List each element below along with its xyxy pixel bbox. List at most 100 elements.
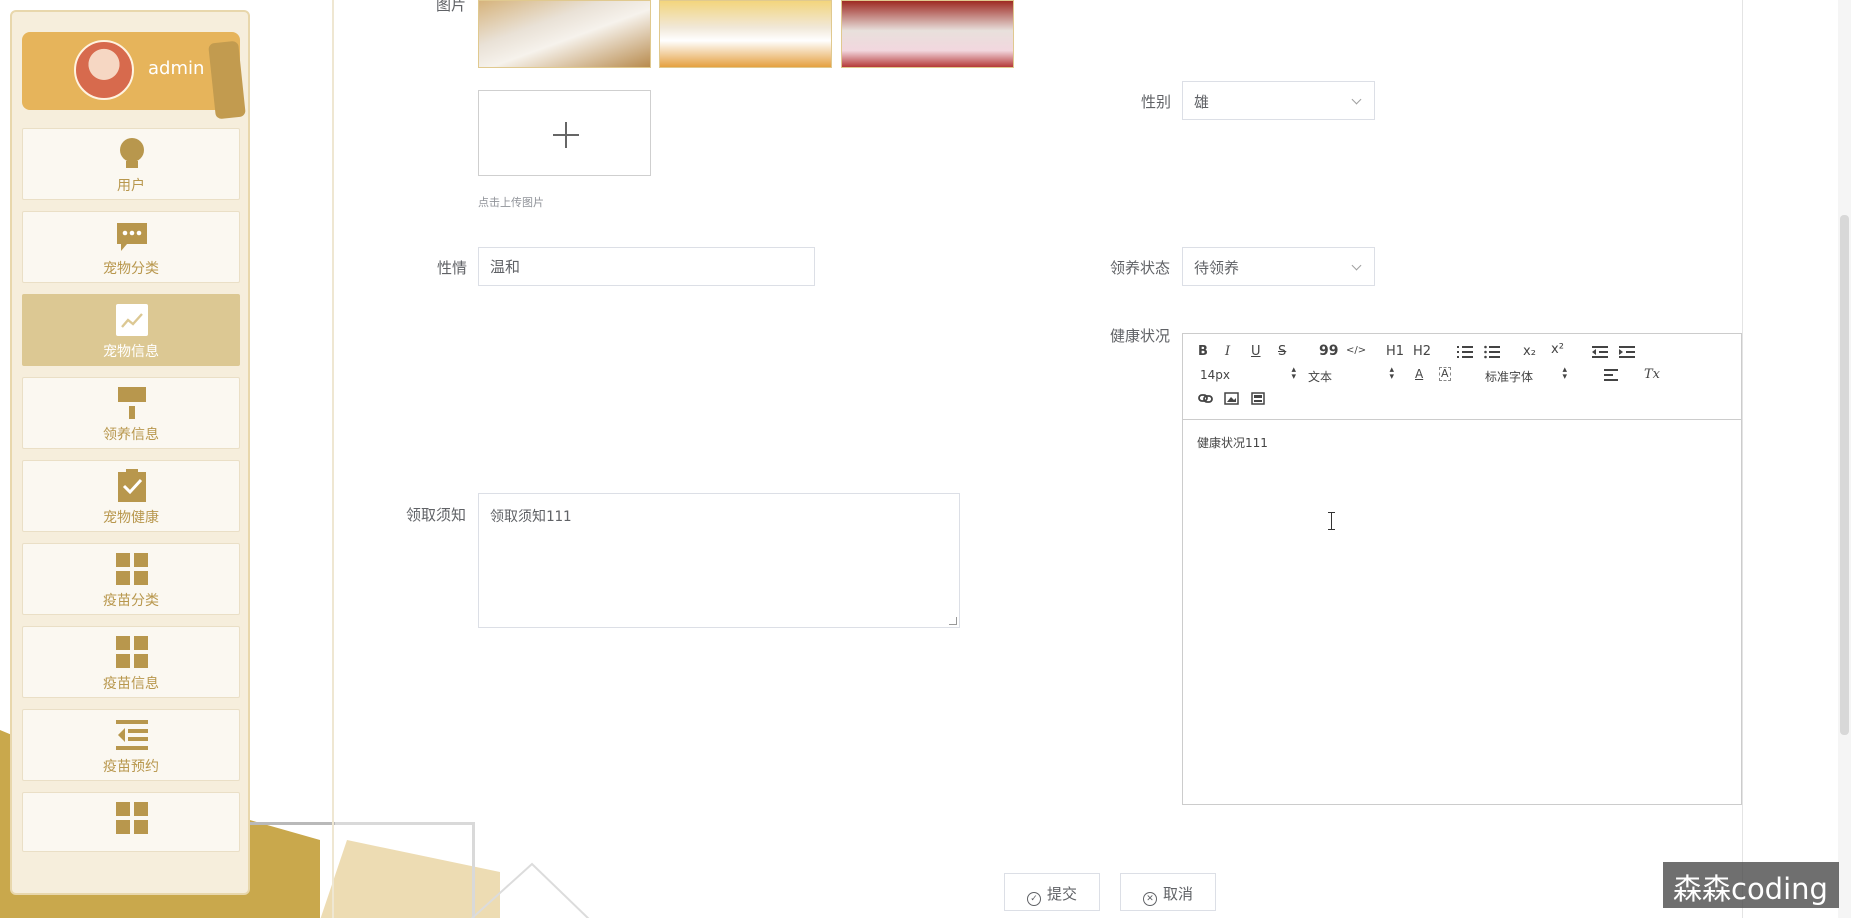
sidebar: admin 用户 宠物分类 宠物信息 领养信息 宠物健康 疫苗分类 疫苗信息 疫… xyxy=(10,10,250,895)
submit-label: 提交 xyxy=(1046,885,1077,903)
sidebar-item-adoption-info[interactable]: 领养信息 xyxy=(22,377,240,449)
font-size-select[interactable]: 14px ▴ ▾ xyxy=(1200,366,1296,383)
pet-image-1[interactable] xyxy=(478,0,651,68)
sidebar-item-label: 用户 xyxy=(117,178,145,194)
sidebar-item-vaccine-category[interactable]: 疫苗分类 xyxy=(22,543,240,615)
clipboard-check-icon xyxy=(118,469,146,502)
bullet-list-icon[interactable] xyxy=(1484,345,1500,359)
user-card[interactable]: admin xyxy=(22,32,246,120)
chevron-down-icon xyxy=(1351,94,1362,105)
watermark: 森森coding xyxy=(1663,862,1839,908)
heading-select[interactable]: 文本 ▴ ▾ xyxy=(1308,366,1394,385)
heading-value: 文本 xyxy=(1308,370,1333,384)
adopt-status-select[interactable]: 待领养 xyxy=(1182,247,1375,286)
underline-button[interactable]: U xyxy=(1251,344,1261,359)
sort-arrows-icon: ▴ ▾ xyxy=(1562,365,1568,382)
notice-textarea[interactable]: 领取须知111 xyxy=(478,493,960,628)
image-icon[interactable] xyxy=(1224,392,1239,405)
notice-label: 领取须知 xyxy=(406,506,467,524)
sort-arrows-icon: ▴ ▾ xyxy=(1389,365,1395,382)
superscript-button[interactable]: x² xyxy=(1551,342,1564,357)
bulb-icon xyxy=(120,138,144,168)
image-label: 图片 xyxy=(436,0,467,14)
adopt-status-label: 领养状态 xyxy=(1110,259,1171,277)
submit-button[interactable]: ✓ 提交 xyxy=(1004,873,1100,911)
sidebar-item-label: 宠物分类 xyxy=(103,261,159,277)
close-circle-icon: ✕ xyxy=(1142,892,1157,906)
indent-icon[interactable] xyxy=(1619,345,1635,359)
sidebar-item-user[interactable]: 用户 xyxy=(22,128,240,200)
gender-label: 性别 xyxy=(1141,93,1172,111)
sidebar-item-vaccine-appointment[interactable]: 疫苗预约 xyxy=(22,709,240,781)
page-scrollbar-thumb[interactable] xyxy=(1840,215,1849,735)
link-icon[interactable] xyxy=(1198,392,1213,405)
gender-select[interactable]: 雄 xyxy=(1182,81,1375,120)
grid-icon xyxy=(116,553,148,585)
sidebar-item-label: 领养信息 xyxy=(103,427,159,443)
adopt-status-value: 待领养 xyxy=(1194,259,1240,277)
brush-icon xyxy=(118,387,146,419)
temperament-label: 性情 xyxy=(437,259,468,277)
video-icon[interactable] xyxy=(1251,392,1265,405)
trend-icon xyxy=(116,304,148,336)
content-divider xyxy=(332,0,334,918)
strike-button[interactable]: S xyxy=(1278,344,1286,359)
grid-icon xyxy=(116,802,148,834)
sort-arrows-icon: ▴ ▾ xyxy=(1291,365,1296,382)
bold-button[interactable]: B xyxy=(1198,344,1208,359)
sidebar-item-pet-info[interactable]: 宠物信息 xyxy=(22,294,240,366)
sidebar-item-label: 疫苗信息 xyxy=(103,676,159,692)
editor-toolbar: B I U S 99 </> H1 H2 x₂ x² 14px ▴ ▾ 文本 ▴… xyxy=(1183,334,1741,420)
align-icon[interactable] xyxy=(1604,369,1618,381)
font-family-select[interactable]: 标准字体 ▴ ▾ xyxy=(1485,366,1567,385)
font-family-value: 标准字体 xyxy=(1485,370,1534,384)
background-line xyxy=(245,822,335,825)
sidebar-item-vaccine-info[interactable]: 疫苗信息 xyxy=(22,626,240,698)
grid-icon xyxy=(116,636,148,668)
pet-image-3[interactable] xyxy=(841,0,1014,68)
health-rich-editor[interactable]: B I U S 99 </> H1 H2 x₂ x² 14px ▴ ▾ 文本 ▴… xyxy=(1182,333,1742,805)
sidebar-item-label: 宠物信息 xyxy=(103,344,159,360)
quote-button[interactable]: 99 xyxy=(1319,343,1338,359)
check-icon xyxy=(479,1,651,68)
chat-icon xyxy=(117,223,147,251)
cancel-label: 取消 xyxy=(1162,885,1193,903)
user-card-flap xyxy=(208,40,246,120)
sidebar-item-more[interactable] xyxy=(22,792,240,852)
clear-format-button[interactable]: Tx xyxy=(1644,367,1660,382)
ordered-list-icon[interactable] xyxy=(1457,345,1473,359)
pet-image-2[interactable] xyxy=(659,0,832,68)
sidebar-item-pet-health[interactable]: 宠物健康 xyxy=(22,460,240,532)
editor-content[interactable]: 健康状况111 xyxy=(1197,434,1268,451)
italic-button[interactable]: I xyxy=(1225,344,1230,359)
background-frame-shape xyxy=(245,822,475,918)
code-button[interactable]: </> xyxy=(1346,345,1366,356)
health-label: 健康状况 xyxy=(1110,327,1171,345)
upload-image-button[interactable] xyxy=(478,90,651,176)
upload-tip: 点击上传图片 xyxy=(478,196,544,209)
font-color-icon[interactable]: A xyxy=(1415,367,1423,381)
sidebar-item-label: 疫苗分类 xyxy=(103,593,159,609)
sidebar-item-pet-category[interactable]: 宠物分类 xyxy=(22,211,240,283)
background-color-icon[interactable]: A xyxy=(1439,367,1451,381)
user-name: admin xyxy=(148,58,205,79)
avatar xyxy=(74,40,134,100)
background-triangle xyxy=(470,862,590,918)
resize-handle-icon[interactable] xyxy=(949,617,957,625)
sidebar-item-label: 疫苗预约 xyxy=(103,759,159,775)
content-right-border xyxy=(1742,0,1743,918)
font-size-value: 14px xyxy=(1200,368,1230,382)
outdent-icon[interactable] xyxy=(1592,345,1608,359)
chevron-down-icon xyxy=(1351,260,1362,271)
h1-button[interactable]: H1 xyxy=(1386,344,1404,359)
cancel-button[interactable]: ✕ 取消 xyxy=(1120,873,1216,911)
sidebar-item-label: 宠物健康 xyxy=(103,510,159,526)
text-cursor-icon xyxy=(1327,512,1337,532)
check-circle-icon: ✓ xyxy=(1026,892,1041,906)
gender-value: 雄 xyxy=(1194,93,1210,111)
notice-value: 领取须知111 xyxy=(490,509,572,525)
h2-button[interactable]: H2 xyxy=(1413,344,1431,359)
indent-list-icon xyxy=(116,720,148,750)
temperament-input[interactable] xyxy=(478,247,815,286)
subscript-button[interactable]: x₂ xyxy=(1523,344,1536,359)
